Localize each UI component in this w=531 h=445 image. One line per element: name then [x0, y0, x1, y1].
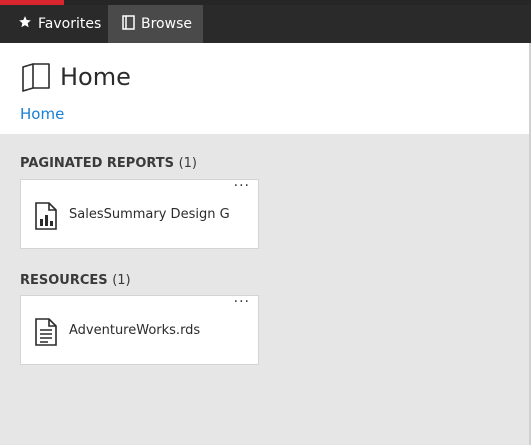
star-icon	[18, 15, 32, 33]
nav-browse[interactable]: Browse	[108, 5, 203, 43]
section-title-label: RESOURCES	[20, 273, 108, 288]
section-title-label: PAGINATED REPORTS	[20, 156, 175, 171]
top-navigation: Favorites Browse	[0, 5, 531, 43]
section-title-paginated-reports: PAGINATED REPORTS (1)	[20, 156, 197, 171]
document-icon	[35, 318, 57, 346]
section-count: (1)	[112, 273, 131, 288]
report-icon	[35, 202, 57, 230]
tile-label: AdventureWorks.rds	[69, 323, 201, 338]
page-header: Home Home	[0, 43, 531, 134]
section-title-resources: RESOURCES (1)	[20, 273, 131, 288]
home-folder-icon	[20, 61, 52, 93]
nav-browse-label: Browse	[141, 16, 192, 32]
tile-label: SalesSummary Design Gri	[69, 207, 229, 222]
resource-tile[interactable]: AdventureWorks.rds ···	[20, 294, 259, 365]
folder-icon	[122, 14, 135, 34]
breadcrumb-home[interactable]: Home	[20, 104, 64, 124]
more-options-button[interactable]: ···	[234, 294, 250, 310]
section-count: (1)	[178, 156, 197, 171]
nav-favorites[interactable]: Favorites	[4, 5, 104, 43]
nav-favorites-label: Favorites	[38, 16, 102, 32]
page-title: Home	[60, 63, 131, 91]
more-options-button[interactable]: ···	[234, 178, 250, 194]
report-tile[interactable]: SalesSummary Design Gri ···	[20, 178, 259, 249]
